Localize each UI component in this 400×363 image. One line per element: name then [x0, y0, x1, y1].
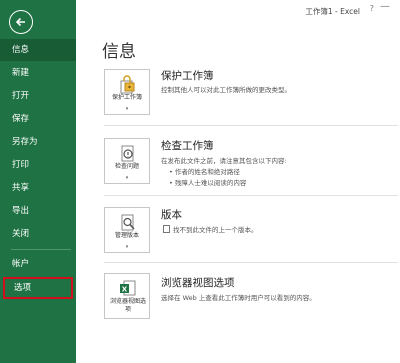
- dropdown-caret-icon: ▾: [125, 244, 129, 250]
- versions-desc: 找不到此文件的上一个版本。: [173, 226, 258, 234]
- section-divider: [104, 262, 398, 263]
- manage-versions-button-label: 管理版本: [114, 232, 139, 239]
- inspect-bullet-author-path: 作者的姓名和绝对路径: [169, 166, 240, 176]
- browser-view-options-desc: 选择在 Web 上查看此工作簿时用户可以看到的内容。: [161, 294, 316, 302]
- nav-open[interactable]: 打开: [0, 85, 76, 107]
- section-divider: [104, 125, 398, 126]
- browser-view-options-title: 浏览器视图选项: [161, 277, 235, 289]
- svg-text:X: X: [122, 286, 128, 294]
- protect-workbook-desc: 控制其他人可以对此工作簿所做的更改类型。: [161, 86, 291, 94]
- excel-web-icon: X: [120, 280, 136, 296]
- nav-new[interactable]: 新建: [0, 62, 76, 84]
- document-icon: [163, 225, 170, 233]
- protect-workbook-title: 保护工作簿: [161, 70, 214, 82]
- inspect-workbook-title: 检查工作簿: [161, 140, 214, 152]
- nav-info[interactable]: 信息: [0, 39, 76, 61]
- inspect-workbook-desc: 在发布此文件之前，请注意其包含以下内容:: [161, 157, 287, 165]
- nav-account[interactable]: 帐户: [0, 253, 76, 275]
- inspect-bullet-accessibility: 残障人士难以阅读的内容: [169, 177, 247, 187]
- nav-save[interactable]: 保存: [0, 108, 76, 130]
- protect-workbook-button[interactable]: 保护工作簿 ▾: [104, 69, 150, 115]
- check-issues-button-label: 检查问题: [114, 163, 139, 170]
- versions-title: 版本: [161, 209, 182, 221]
- window-title: 工作簿1 - Excel: [305, 7, 360, 16]
- inspect-document-icon: [121, 145, 134, 162]
- nav-save-as[interactable]: 另存为: [0, 131, 76, 153]
- check-issues-button[interactable]: 检查问题 ▾: [104, 138, 150, 184]
- back-button[interactable]: [9, 10, 33, 34]
- backstage-sidebar: 信息 新建 打开 保存 另存为 打印 共享 导出 关闭 帐户 选项: [0, 0, 76, 363]
- lock-key-icon: [120, 75, 135, 94]
- browser-view-options-button-label: 浏览器视图选项: [109, 298, 146, 313]
- back-arrow-icon: [15, 17, 25, 27]
- help-button[interactable]: ?: [370, 4, 374, 13]
- nav-divider: [11, 249, 71, 250]
- nav-share[interactable]: 共享: [0, 177, 76, 199]
- dropdown-caret-icon: ▾: [125, 175, 129, 181]
- section-divider: [104, 195, 398, 196]
- page-title: 信息: [102, 42, 136, 62]
- manage-versions-icon: [121, 214, 135, 231]
- dropdown-caret-icon: ▾: [125, 106, 129, 112]
- nav-options[interactable]: 选项: [3, 277, 73, 299]
- nav-print[interactable]: 打印: [0, 154, 76, 176]
- nav-export[interactable]: 导出: [0, 200, 76, 222]
- browser-view-options-button[interactable]: X 浏览器视图选项: [104, 273, 150, 319]
- minimize-button[interactable]: —: [380, 1, 390, 12]
- protect-workbook-button-label: 保护工作簿: [111, 94, 142, 101]
- manage-versions-button[interactable]: 管理版本 ▾: [104, 207, 150, 253]
- nav-close[interactable]: 关闭: [0, 223, 76, 245]
